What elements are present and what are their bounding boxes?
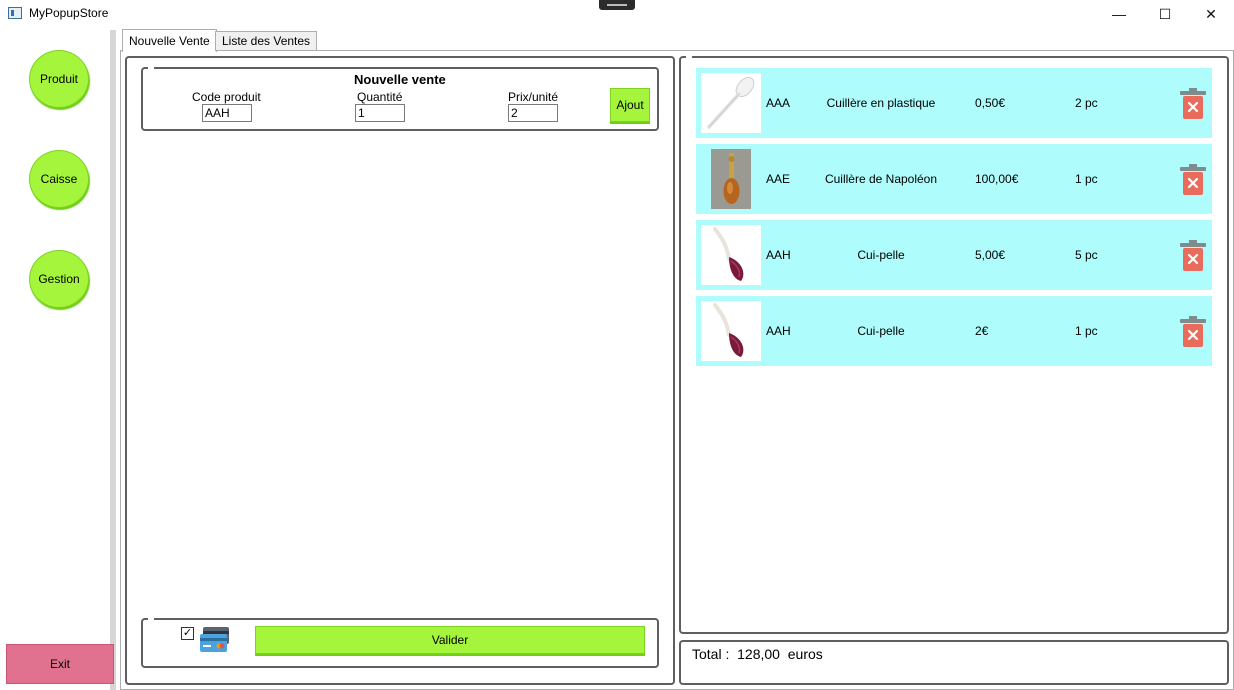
valider-button[interactable]: Valider <box>255 626 645 654</box>
left-panel <box>125 56 675 685</box>
item-code: AAE <box>766 172 791 186</box>
delete-trash-icon[interactable] <box>1180 316 1206 348</box>
item-code: AAH <box>766 248 791 262</box>
item-quantity: 1 pc <box>1075 172 1098 186</box>
exit-button[interactable]: Exit <box>6 644 114 684</box>
item-quantity: 5 pc <box>1075 248 1098 262</box>
plastic-spoon-thumbnail <box>701 73 761 133</box>
tab-nouvelle-vente[interactable]: Nouvelle Vente <box>122 29 217 52</box>
prix-unite-input[interactable] <box>508 104 558 122</box>
code-produit-label: Code produit <box>192 90 261 104</box>
cart-item-row[interactable]: AAE Cuillère de Napoléon 100,00€ 1 pc <box>696 144 1212 214</box>
credit-card-icon <box>200 627 229 652</box>
item-name: Cuillère en plastique <box>826 96 936 110</box>
nav-caisse-button[interactable]: Caisse <box>29 150 89 208</box>
cart-item-row[interactable]: AAH Cui-pelle 5,00€ 5 pc <box>696 220 1212 290</box>
group-border-gap <box>148 66 154 70</box>
item-name: Cuillère de Napoléon <box>824 172 938 186</box>
group-border-gap <box>148 617 154 621</box>
item-price: 0,50€ <box>975 96 1006 110</box>
total-label: Total : <box>692 646 730 662</box>
maximize-button[interactable]: ☐ <box>1142 0 1188 28</box>
cart-item-row[interactable]: AAH Cui-pelle 2€ 1 pc <box>696 296 1212 366</box>
nav-produit-button[interactable]: Produit <box>29 50 89 108</box>
total-unit: euros <box>787 646 823 662</box>
prix-unite-label: Prix/unité <box>508 90 559 104</box>
delete-trash-icon[interactable] <box>1180 88 1206 120</box>
item-price: 100,00€ <box>975 172 1019 186</box>
item-code: AAH <box>766 324 791 338</box>
window-title: MyPopupStore <box>29 6 109 20</box>
item-name: Cui-pelle <box>857 324 905 338</box>
napoleon-spoon-thumbnail <box>701 149 761 209</box>
drag-handle[interactable] <box>599 0 635 10</box>
total-display: Total : 128,00 euros <box>692 646 823 662</box>
app-icon <box>8 7 22 19</box>
card-payment-checkbox[interactable]: ✓ <box>181 627 194 640</box>
delete-trash-icon[interactable] <box>1180 164 1206 196</box>
ajout-button[interactable]: Ajout <box>610 88 650 122</box>
delete-trash-icon[interactable] <box>1180 240 1206 272</box>
nav-gestion-button[interactable]: Gestion <box>29 250 89 308</box>
cui-pelle-thumbnail <box>701 225 761 285</box>
quantite-label: Quantité <box>357 90 403 104</box>
cart-item-row[interactable]: AAA Cuillère en plastique 0,50€ 2 pc <box>696 68 1212 138</box>
code-produit-input[interactable] <box>202 104 252 122</box>
tab-liste-des-ventes[interactable]: Liste des Ventes <box>215 31 318 51</box>
quantite-input[interactable] <box>355 104 405 122</box>
item-quantity: 2 pc <box>1075 96 1098 110</box>
close-button[interactable]: ✕ <box>1188 0 1234 28</box>
group-border-gap <box>686 55 692 59</box>
cui-pelle-thumbnail <box>701 301 761 361</box>
item-name: Cui-pelle <box>857 248 905 262</box>
sidebar-splitter[interactable] <box>110 30 116 690</box>
item-quantity: 1 pc <box>1075 324 1098 338</box>
total-value: 128,00 <box>737 646 780 662</box>
minimize-button[interactable]: — <box>1096 0 1142 28</box>
item-code: AAA <box>766 96 791 110</box>
nouvelle-vente-title: Nouvelle vente <box>352 72 448 87</box>
item-price: 2€ <box>975 324 989 338</box>
item-price: 5,00€ <box>975 248 1006 262</box>
